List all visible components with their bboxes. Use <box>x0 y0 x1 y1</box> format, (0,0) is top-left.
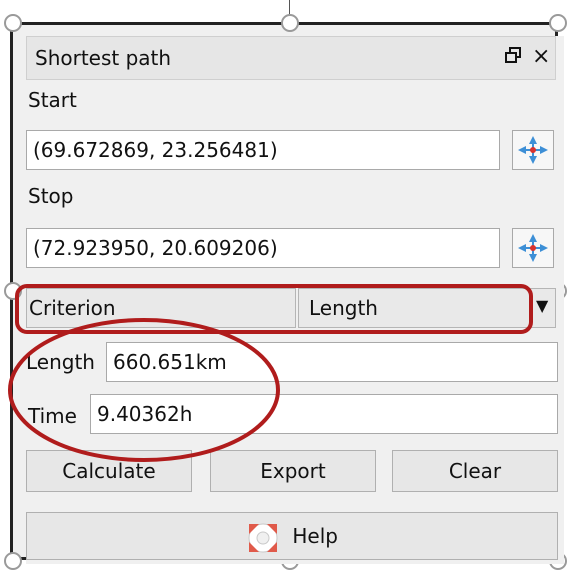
help-button[interactable]: Help <box>26 512 558 560</box>
resize-handle-top-left[interactable] <box>4 14 22 32</box>
undock-icon[interactable] <box>505 47 521 68</box>
capture-point-icon <box>518 136 548 164</box>
capture-point-icon <box>518 234 548 262</box>
start-label: Start <box>28 88 77 112</box>
panel-titlebar[interactable]: Shortest path × <box>26 36 556 80</box>
close-icon[interactable]: × <box>532 44 550 69</box>
stop-label: Stop <box>28 184 74 208</box>
calculate-button[interactable]: Calculate <box>26 450 192 492</box>
length-label: Length <box>26 350 95 374</box>
stop-point-field[interactable]: (72.923950, 20.609206) <box>26 228 500 268</box>
resize-handle-bottom-left[interactable] <box>4 552 22 570</box>
resize-handle-top[interactable] <box>281 14 299 32</box>
panel-title: Shortest path <box>35 46 172 70</box>
export-button[interactable]: Export <box>210 450 376 492</box>
start-capture-button[interactable] <box>512 130 554 170</box>
chevron-down-icon[interactable]: ▼ <box>536 296 548 315</box>
time-field[interactable]: 9.40362h <box>90 394 558 434</box>
stop-capture-button[interactable] <box>512 228 554 268</box>
criterion-label: Criterion <box>29 296 116 320</box>
clear-button[interactable]: Clear <box>392 450 558 492</box>
help-label: Help <box>292 524 338 548</box>
top-resize-tick <box>289 0 290 14</box>
criterion-label-box: Criterion <box>26 288 296 328</box>
length-field[interactable]: 660.651km <box>106 342 558 382</box>
resize-handle-left[interactable] <box>4 282 22 300</box>
resize-handle-top-right[interactable] <box>549 14 567 32</box>
start-point-field[interactable]: (69.672869, 23.256481) <box>26 130 500 170</box>
criterion-select[interactable]: Length <box>298 288 556 328</box>
criterion-selected-value: Length <box>309 296 378 320</box>
help-lifebuoy-icon <box>248 523 278 552</box>
shortest-path-panel: Shortest path × Start (69.672869, 23.256… <box>26 36 564 564</box>
time-label: Time <box>28 404 77 428</box>
